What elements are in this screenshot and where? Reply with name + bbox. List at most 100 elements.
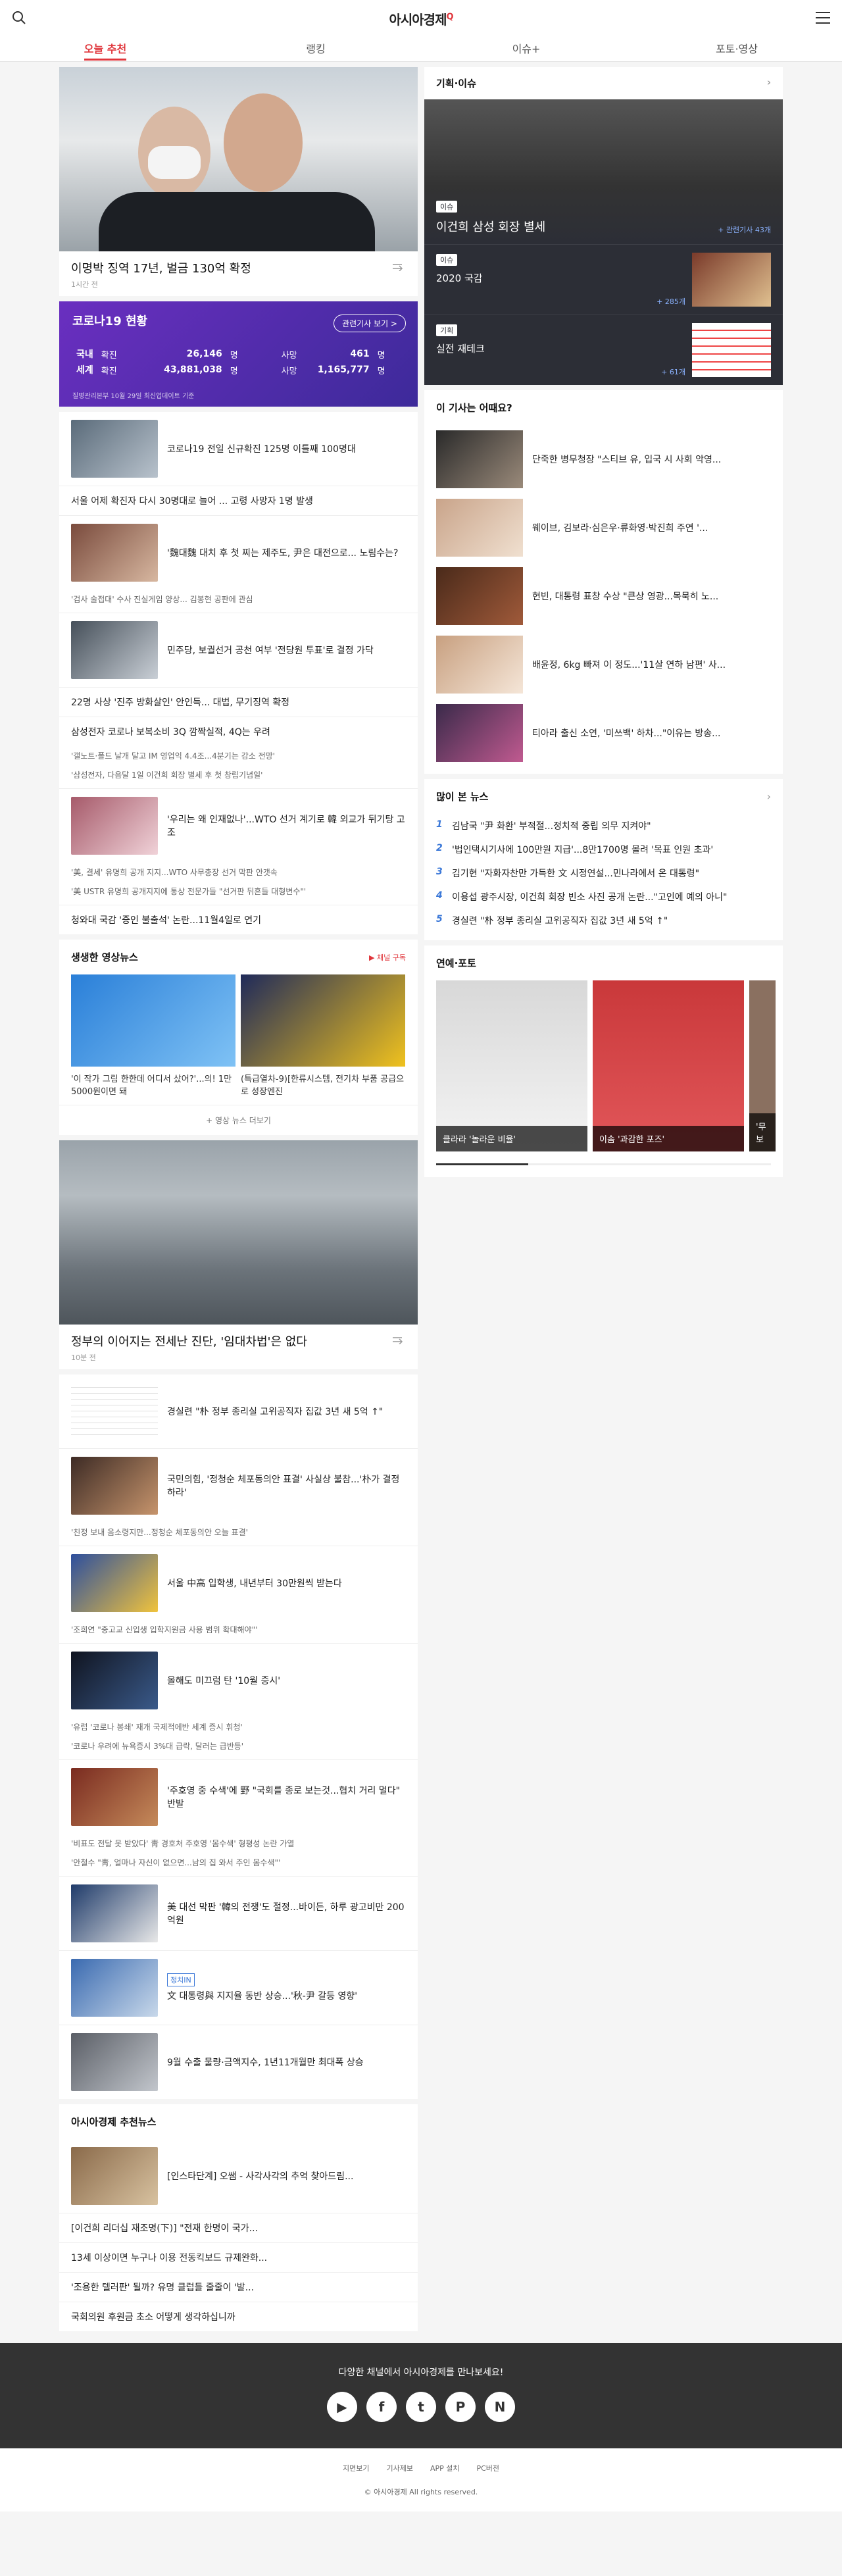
list-item[interactable]: 단죽한 병무청장 "스티브 유, 입국 시 사회 악영...: [424, 425, 783, 493]
post-icon[interactable]: P: [445, 2392, 476, 2422]
chevron-right-icon[interactable]: ›: [767, 790, 771, 803]
list-item[interactable]: 현빈, 대통령 표창 수상 "큰상 영광...목묵히 노...: [424, 562, 783, 630]
share-icon[interactable]: [391, 262, 406, 271]
video-section-title: 생생한 영상뉴스: [71, 951, 138, 963]
main-nav: 오늘 추천 랭킹 이슈+ 포토·영상: [0, 38, 842, 62]
covid-table: 국내 확진 26,146 명 사망 461 명 세계 확진 43,881,038 명 사망 1,165…: [76, 349, 385, 376]
issue-row[interactable]: 이슈 2020 국감 + 285개: [424, 244, 783, 315]
thumbnail: [436, 567, 523, 625]
issue-main-image[interactable]: 이슈 이건희 삼성 회장 별세 + 관련기사 43개: [424, 99, 783, 244]
thumbnail: [71, 1457, 158, 1515]
video-item[interactable]: (특급열차-9)[한류시스템, 전기차 부품 공급으로 성장엔진: [241, 974, 405, 1097]
list-item[interactable]: 삼성전자 코로나 보복소비 3Q 깜짝실적, 4Q는 우려: [59, 717, 418, 746]
thumbnail: [692, 323, 771, 377]
list-item[interactable]: 국민의힘, '정청순 체포동의안 표결' 사실상 불참...'朴가 결정하라': [59, 1449, 418, 1523]
bottom-links: 지면보기 기사제보 APP 설치 PC버전 © 아시아경제 All rights…: [0, 2448, 842, 2512]
thumbnail: [71, 1554, 158, 1612]
link-paper[interactable]: 지면보기: [343, 2463, 369, 2473]
list-item[interactable]: 5 경실련 "朴 정부 종리실 고위공직자 집값 3년 새 5억 ↑": [424, 909, 783, 932]
youtube-icon[interactable]: ▶: [327, 2392, 357, 2422]
hero-title: 이명박 징역 17년, 벌금 130억 확정: [71, 262, 251, 276]
sub-link[interactable]: '검사 술접대' 수사 진실게임 양상... 김봉현 공판에 관심: [59, 590, 418, 613]
hero2-image: [59, 1140, 418, 1325]
list-item[interactable]: 웨이브, 김보라·심은우·류화영·박진희 주연 '...: [424, 493, 783, 562]
more-video-link[interactable]: + 영상 뉴스 더보기: [59, 1105, 418, 1135]
covid-source: 질병관리본부 10월 29일 최신업데이트 기준: [72, 393, 195, 400]
thumbnail: [71, 2033, 158, 2091]
photo-item[interactable]: 클라라 '놀라운 비율': [436, 980, 587, 1151]
covid-status-card: 코로나19 현황 관련기사 보기 > 국내 확진 26,146 명 사망 461 명 세계 확…: [59, 301, 418, 407]
list-item[interactable]: 올해도 미끄럼 탄 '10월 증시': [59, 1644, 418, 1717]
menu-icon[interactable]: [816, 12, 830, 24]
list-item[interactable]: 13세 이상이면 누구나 이용 전동킥보드 규제완화...: [59, 2243, 418, 2273]
issue-row[interactable]: 기획 실전 재테크 + 61개: [424, 315, 783, 385]
video-thumbnail: [241, 974, 405, 1067]
list-item[interactable]: 4 이용섭 광주시장, 이건희 회장 빈소 사진 공개 논란..."고인에 예의 …: [424, 885, 783, 909]
photo-item[interactable]: '무보: [749, 980, 776, 1151]
list-item[interactable]: '주호영 중 수색'에 野 "국회를 종로 보는것...협치 거리 멀다" 반발: [59, 1760, 418, 1834]
related-more[interactable]: + 관련기사 43개: [718, 224, 771, 235]
hero-card[interactable]: 이명박 징역 17년, 벌금 130억 확정 1시간 전: [59, 67, 418, 296]
tab-issue[interactable]: 이슈+: [421, 38, 632, 61]
list-item[interactable]: 2 '법인택시기사에 100만원 지급'...8만1700명 몰려 '목표 인원 …: [424, 838, 783, 861]
list-item[interactable]: '우리는 왜 인재없나'...WTO 선거 계기로 韓 외교가 뒤기탕 고조: [59, 789, 418, 863]
sub-link[interactable]: '美, 결세' 유명희 공개 지지...WTO 사무총장 선거 막판 안갯속: [59, 863, 418, 882]
sub-link[interactable]: '유럽 '코로나 봉쇄' 재개 국제적에반 세계 증시 휘청': [59, 1717, 418, 1736]
left-column: 이명박 징역 17년, 벌금 130억 확정 1시간 전 코로나19 현황 관련…: [59, 67, 418, 2336]
link-app[interactable]: APP 설치: [430, 2463, 460, 2473]
twitter-icon[interactable]: t: [406, 2392, 436, 2422]
header: 아시아경제Q: [0, 0, 842, 38]
news-list-1: 코로나19 전일 신규확진 125명 이틀째 100명대 서울 어제 확진자 다…: [59, 412, 418, 934]
list-item[interactable]: 1 김남국 "尹 화환' 부적절...정치적 중립 의무 지켜야": [424, 814, 783, 838]
covid-related-button[interactable]: 관련기사 보기 >: [334, 315, 406, 332]
sub-link[interactable]: '안철수 "靑, 얼마나 자신이 없으면...남의 집 와서 주인 몸수색"': [59, 1853, 418, 1877]
list-item[interactable]: '魏대魏 대치 후 첫 찌는 제주도, 尹은 대전으로... 노림수는?: [59, 516, 418, 590]
list-item[interactable]: [이건희 리더십 재조명(下)] "전재 한명이 국가...: [59, 2213, 418, 2243]
thumbnail: [71, 1768, 158, 1826]
sub-link[interactable]: '美 USTR 유명희 공개지지에 통상 전문가들 "선거판 뒤흔들 대형변수"…: [59, 882, 418, 905]
facebook-icon[interactable]: f: [366, 2392, 397, 2422]
photo-title: 연예·포토: [436, 957, 476, 969]
list-item[interactable]: 배윤정, 6kg 빠져 이 정도...'11살 연하 남편' 사...: [424, 630, 783, 699]
list-item[interactable]: 서울 中高 입학생, 내년부터 30만원씩 받는다: [59, 1546, 418, 1620]
list-item[interactable]: 티아라 출신 소연, '미쓰백' 하차..."이유는 방송...: [424, 699, 783, 767]
video-item[interactable]: '이 작가 그림 한한데 어디서 샀어?'...의! 1만5000원이면 돼: [71, 974, 235, 1097]
thumbnail: [436, 636, 523, 694]
list-item[interactable]: [인스타단계] 오쌤 - 사각사각의 추억 찾아드림...: [59, 2139, 418, 2213]
sub-link[interactable]: '갤노트·폴드 날개 달고 IM 영업익 4.4조...4분기는 감소 전망': [59, 746, 418, 765]
list-item[interactable]: '조용한 텔러판' 될까? 유명 클럽들 줄줄이 '발...: [59, 2273, 418, 2302]
share-icon[interactable]: [391, 1335, 406, 1344]
link-report[interactable]: 기사제보: [386, 2463, 412, 2473]
tab-ranking[interactable]: 랭킹: [210, 38, 421, 61]
sub-link[interactable]: '조희연 "중고교 신입생 입학지원금 사용 범위 확대해야"': [59, 1620, 418, 1644]
thumbnail: [71, 1382, 158, 1440]
list-item[interactable]: 경실련 "朴 정부 종리실 고위공직자 집값 3년 새 5억 ↑": [59, 1375, 418, 1449]
list-item[interactable]: 서울 어제 확진자 다시 30명대로 늘어 ... 고령 사망자 1명 발생: [59, 486, 418, 516]
list-item[interactable]: 美 대선 막판 '韓의 전쟁'도 절정...바이든, 하루 광고비만 200억원: [59, 1877, 418, 1951]
recommend-section: 아시아경제 추천뉴스 [인스타단계] 오쌤 - 사각사각의 추억 찾아드림...…: [59, 2104, 418, 2331]
site-logo[interactable]: 아시아경제Q: [0, 9, 842, 28]
sub-link[interactable]: '삼성전자, 다음달 1일 이건희 회장 별세 후 첫 창립기념일': [59, 765, 418, 789]
list-item[interactable]: 22명 사상 '진주 방화살인' 안인득... 대법, 무기징역 확정: [59, 688, 418, 717]
hero2-card[interactable]: 정부의 이어지는 전세난 진단, '임대차법'은 없다 10분 전: [59, 1140, 418, 1369]
list-item[interactable]: 정치IN 文 대통령與 지지율 동반 상승...'秋-尹 갈등 영향': [59, 1951, 418, 2025]
list-item[interactable]: 국회의원 후원금 초소 어떻게 생각하십니까: [59, 2302, 418, 2331]
link-pc[interactable]: PC버전: [476, 2463, 499, 2473]
list-item[interactable]: 민주당, 보궐선거 공천 여부 '전당원 투표'로 결정 가닥: [59, 613, 418, 688]
sub-link[interactable]: '코로나 우려에 뉴욕증시 3%대 급락, 달러는 급반등': [59, 1736, 418, 1760]
popular-title: 많이 본 뉴스: [436, 791, 489, 803]
photo-item[interactable]: 이솜 '과감한 포즈': [593, 980, 744, 1151]
sub-link[interactable]: '친정 보내 음소령지만...정청순 체포동의안 오늘 표결': [59, 1523, 418, 1546]
channel-subscribe[interactable]: ▶ 채널 구독: [369, 952, 406, 963]
tab-today[interactable]: 오늘 추천: [0, 38, 210, 61]
badge: 정치IN: [167, 1973, 195, 1986]
list-item[interactable]: 코로나19 전일 신규확진 125명 이틀째 100명대: [59, 412, 418, 486]
sub-link[interactable]: '비표도 전달 못 받았다' 靑 경호처 주호영 '몸수색' 형평성 논란 가열: [59, 1834, 418, 1853]
naver-icon[interactable]: N: [485, 2392, 515, 2422]
thumbnail: [71, 1959, 158, 2017]
list-item[interactable]: 9월 수출 물량·금액지수, 1년11개월만 최대폭 상승: [59, 2025, 418, 2099]
tab-photo-video[interactable]: 포토·영상: [632, 38, 842, 61]
list-item[interactable]: 청와대 국감 '증인 불출석' 논란...11월4일로 연기: [59, 905, 418, 934]
chevron-right-icon[interactable]: ›: [767, 76, 771, 90]
list-item[interactable]: 3 김기현 "자화자찬만 가득한 文 시정연설...민나라에서 온 대통령": [424, 861, 783, 885]
